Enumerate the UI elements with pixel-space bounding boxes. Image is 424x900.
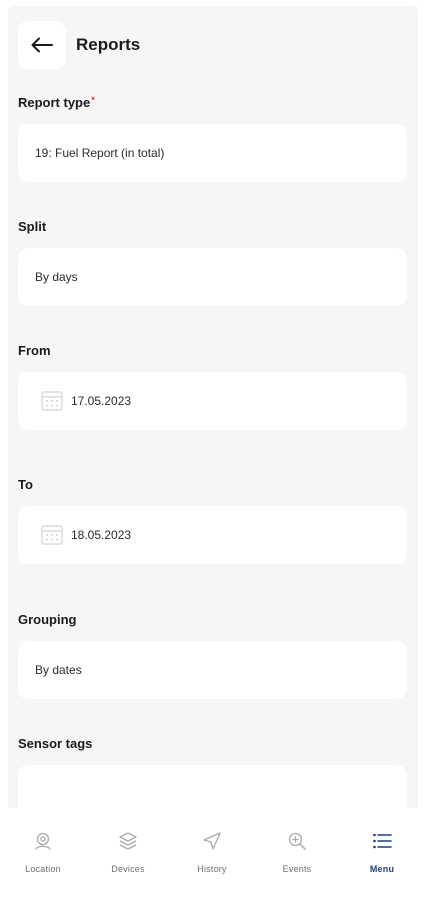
sensor-tags-field[interactable] xyxy=(18,765,407,808)
tab-devices[interactable]: Devices xyxy=(93,830,163,874)
page-title: Reports xyxy=(76,35,141,54)
grouping-value: By dates xyxy=(35,663,82,677)
grouping-select[interactable]: By dates xyxy=(18,641,407,699)
split-value: By days xyxy=(35,270,78,284)
split-label: Split xyxy=(18,219,47,234)
from-date-field[interactable]: 17.05.2023 xyxy=(18,372,407,430)
tab-label: Devices xyxy=(111,864,145,874)
to-date-field[interactable]: 18.05.2023 xyxy=(18,506,407,564)
location-pin-icon xyxy=(32,830,54,852)
report-type-select[interactable]: 19: Fuel Report (in total) xyxy=(18,124,407,182)
navigation-arrow-icon xyxy=(201,830,223,852)
to-date-value: 18.05.2023 xyxy=(71,528,132,542)
back-button[interactable] xyxy=(18,21,66,69)
tab-label: Location xyxy=(25,864,61,874)
from-label: From xyxy=(18,343,51,358)
tab-label: History xyxy=(197,864,227,874)
report-type-value: 19: Fuel Report (in total) xyxy=(35,146,165,160)
split-select[interactable]: By days xyxy=(18,248,407,306)
header: Reports xyxy=(18,21,140,69)
layers-icon xyxy=(117,830,139,852)
tab-label: Menu xyxy=(369,864,395,874)
arrow-left-icon xyxy=(31,37,53,53)
report-type-label: Report type* xyxy=(18,95,95,110)
sensor-tags-label: Sensor tags xyxy=(18,736,93,751)
menu-list-icon xyxy=(371,830,393,852)
tab-location[interactable]: Location xyxy=(8,830,78,874)
required-mark: * xyxy=(91,95,95,105)
to-label: To xyxy=(18,477,33,492)
reports-screen: Reports Report type* 19: Fuel Report (in… xyxy=(8,6,418,808)
calendar-icon xyxy=(41,524,63,546)
grouping-label: Grouping xyxy=(18,612,77,627)
tab-events[interactable]: Events xyxy=(262,830,332,874)
tab-menu[interactable]: Menu xyxy=(347,830,417,874)
zoom-search-icon xyxy=(286,830,308,852)
from-date-value: 17.05.2023 xyxy=(71,394,132,408)
bottom-tab-bar: Location Devices History Events Menu xyxy=(0,808,424,900)
tab-history[interactable]: History xyxy=(177,830,247,874)
tab-label: Events xyxy=(282,864,312,874)
calendar-icon xyxy=(41,390,63,412)
